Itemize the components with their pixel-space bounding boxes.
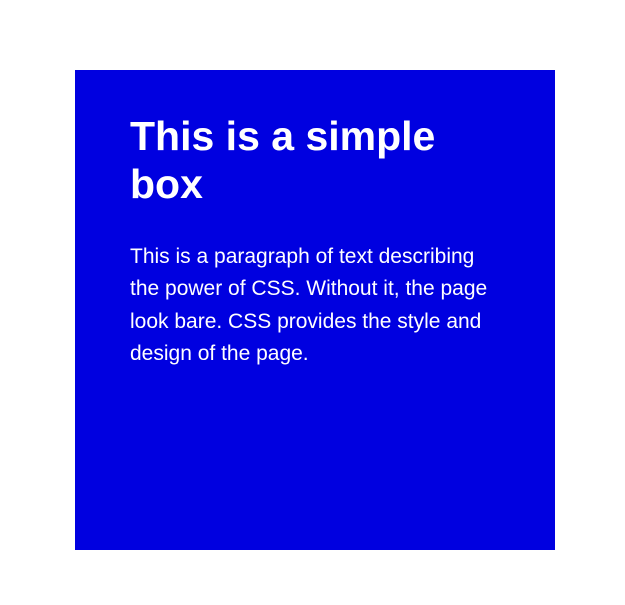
box-heading: This is a simple box xyxy=(130,112,500,209)
box-paragraph: This is a paragraph of text describing t… xyxy=(130,241,500,371)
content-box: This is a simple box This is a paragraph… xyxy=(75,70,555,550)
